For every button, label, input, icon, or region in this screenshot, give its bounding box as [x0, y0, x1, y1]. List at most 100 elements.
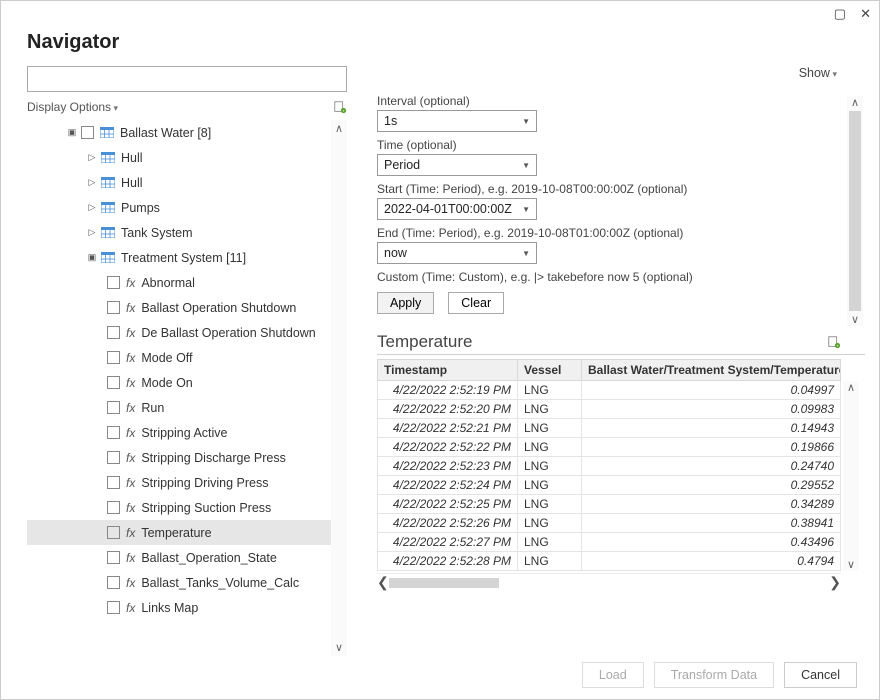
table-icon	[101, 177, 115, 188]
table-row[interactable]: 4/22/2022 2:52:19 PMLNG0.04997	[378, 381, 841, 400]
fx-icon: fx	[126, 451, 135, 465]
checkbox[interactable]	[107, 451, 120, 464]
tree-item[interactable]: fxRun	[27, 395, 331, 420]
checkbox[interactable]	[107, 576, 120, 589]
tree-view[interactable]: ▣Ballast Water [8]▷Hull▷Hull▷Pumps▷Tank …	[27, 120, 331, 656]
tree-folder[interactable]: ▷ Tank System	[27, 220, 331, 245]
checkbox[interactable]	[107, 276, 120, 289]
preview-title: Temperature	[377, 332, 472, 352]
tree-item[interactable]: fxBallast_Tanks_Volume_Calc	[27, 570, 331, 595]
checkbox[interactable]	[107, 551, 120, 564]
display-options-dropdown[interactable]: Display Options	[27, 100, 118, 114]
checkbox[interactable]	[107, 326, 120, 339]
tree-item[interactable]: fxStripping Active	[27, 420, 331, 445]
checkbox[interactable]	[107, 376, 120, 389]
search-input[interactable]	[27, 66, 347, 92]
checkbox[interactable]	[107, 501, 120, 514]
preview-table: TimestampVesselBallast Water/Treatment S…	[377, 359, 841, 571]
checkbox[interactable]	[107, 351, 120, 364]
column-header[interactable]: Vessel	[518, 360, 582, 381]
tree-item[interactable]: fxDe Ballast Operation Shutdown	[27, 320, 331, 345]
table-row[interactable]: 4/22/2022 2:52:26 PMLNG0.38941	[378, 514, 841, 533]
checkbox[interactable]	[107, 426, 120, 439]
scroll-right-icon[interactable]: ❯	[829, 574, 841, 591]
tree-item[interactable]: fxBallast Operation Shutdown	[27, 295, 331, 320]
checkbox[interactable]	[107, 526, 120, 539]
show-dropdown[interactable]: Show	[799, 66, 837, 80]
table-row[interactable]: 4/22/2022 2:52:23 PMLNG0.24740	[378, 457, 841, 476]
time-combo[interactable]: Period▼	[377, 154, 537, 176]
checkbox[interactable]	[81, 126, 94, 139]
table-row[interactable]: 4/22/2022 2:52:28 PMLNG0.4794	[378, 552, 841, 571]
table-row[interactable]: 4/22/2022 2:52:22 PMLNG0.19866	[378, 438, 841, 457]
tree-item[interactable]: fxLinks Map	[27, 595, 331, 620]
cell-vessel: LNG	[518, 381, 582, 400]
checkbox[interactable]	[107, 301, 120, 314]
tree-item[interactable]: fxBallast_Operation_State	[27, 545, 331, 570]
load-button[interactable]: Load	[582, 662, 644, 688]
expand-toggle-icon[interactable]: ▷	[87, 227, 97, 238]
fx-icon: fx	[126, 526, 135, 540]
close-icon[interactable]: ✕	[860, 6, 871, 22]
cell-value: 0.34289	[582, 495, 841, 514]
cancel-button[interactable]: Cancel	[784, 662, 857, 688]
svg-text:+: +	[342, 108, 345, 113]
fx-icon: fx	[126, 576, 135, 590]
table-icon	[100, 127, 114, 138]
checkbox[interactable]	[107, 401, 120, 414]
expand-toggle-icon[interactable]: ▣	[87, 252, 97, 263]
grid-hscrollbar[interactable]: ❮ ❯	[377, 573, 841, 591]
maximize-icon[interactable]: ▢	[834, 6, 846, 22]
tree-folder[interactable]: ▷Hull	[27, 170, 331, 195]
table-row[interactable]: 4/22/2022 2:52:25 PMLNG0.34289	[378, 495, 841, 514]
tree-item[interactable]: fxTemperature	[27, 520, 331, 545]
cell-timestamp: 4/22/2022 2:52:22 PM	[378, 438, 518, 457]
tree-item[interactable]: fxMode On	[27, 370, 331, 395]
refresh-icon[interactable]: +	[333, 100, 347, 114]
table-row[interactable]: 4/22/2022 2:52:24 PMLNG0.29552	[378, 476, 841, 495]
grid-scrollbar[interactable]: ∧ ∨	[843, 381, 859, 571]
table-row[interactable]: 4/22/2022 2:52:27 PMLNG0.43496	[378, 533, 841, 552]
tree-folder[interactable]: ▷Hull	[27, 145, 331, 170]
transform-data-button[interactable]: Transform Data	[654, 662, 774, 688]
scroll-up-icon[interactable]: ∧	[335, 120, 343, 137]
cell-value: 0.04997	[582, 381, 841, 400]
checkbox[interactable]	[107, 601, 120, 614]
interval-combo[interactable]: 1s▼	[377, 110, 537, 132]
scroll-up-icon[interactable]: ∧	[847, 381, 855, 394]
tree-item[interactable]: fxStripping Discharge Press	[27, 445, 331, 470]
scrollbar-thumb[interactable]	[849, 111, 861, 311]
tree-item[interactable]: fxStripping Suction Press	[27, 495, 331, 520]
tree-item[interactable]: fxMode Off	[27, 345, 331, 370]
tree-scrollbar[interactable]: ∧ ∨	[331, 120, 347, 656]
apply-button[interactable]: Apply	[377, 292, 434, 314]
chevron-down-icon: ▼	[522, 249, 530, 258]
column-header[interactable]: Timestamp	[378, 360, 518, 381]
table-row[interactable]: 4/22/2022 2:52:20 PMLNG0.09983	[378, 400, 841, 419]
expand-toggle-icon[interactable]: ▷	[87, 202, 97, 213]
form-scrollbar[interactable]: ∧ ∨	[847, 96, 863, 326]
scroll-down-icon[interactable]: ∨	[847, 558, 855, 571]
clear-button[interactable]: Clear	[448, 292, 504, 314]
tree-folder[interactable]: ▣Treatment System [11]	[27, 245, 331, 270]
fx-icon: fx	[126, 601, 135, 615]
expand-toggle-icon[interactable]: ▷	[87, 152, 97, 163]
tree-item-label: Tank System	[121, 226, 193, 240]
hscroll-thumb[interactable]	[389, 578, 499, 588]
preview-refresh-icon[interactable]: +	[827, 335, 841, 349]
expand-toggle-icon[interactable]: ▣	[67, 127, 77, 138]
tree-folder[interactable]: ▣Ballast Water [8]	[27, 120, 331, 145]
start-label: Start (Time: Period), e.g. 2019-10-08T00…	[377, 182, 865, 196]
scroll-left-icon[interactable]: ❮	[377, 574, 389, 591]
tree-item[interactable]: fxStripping Driving Press	[27, 470, 331, 495]
table-row[interactable]: 4/22/2022 2:52:21 PMLNG0.14943	[378, 419, 841, 438]
scroll-up-icon[interactable]: ∧	[851, 96, 859, 109]
checkbox[interactable]	[107, 476, 120, 489]
expand-toggle-icon[interactable]: ▷	[87, 177, 97, 188]
tree-folder[interactable]: ▷Pumps	[27, 195, 331, 220]
start-combo[interactable]: 2022-04-01T00:00:00Z▼	[377, 198, 537, 220]
end-combo[interactable]: now▼	[377, 242, 537, 264]
tree-item[interactable]: fxAbnormal	[27, 270, 331, 295]
column-header[interactable]: Ballast Water/Treatment System/Temperatu…	[582, 360, 841, 381]
scroll-down-icon[interactable]: ∨	[851, 313, 859, 326]
